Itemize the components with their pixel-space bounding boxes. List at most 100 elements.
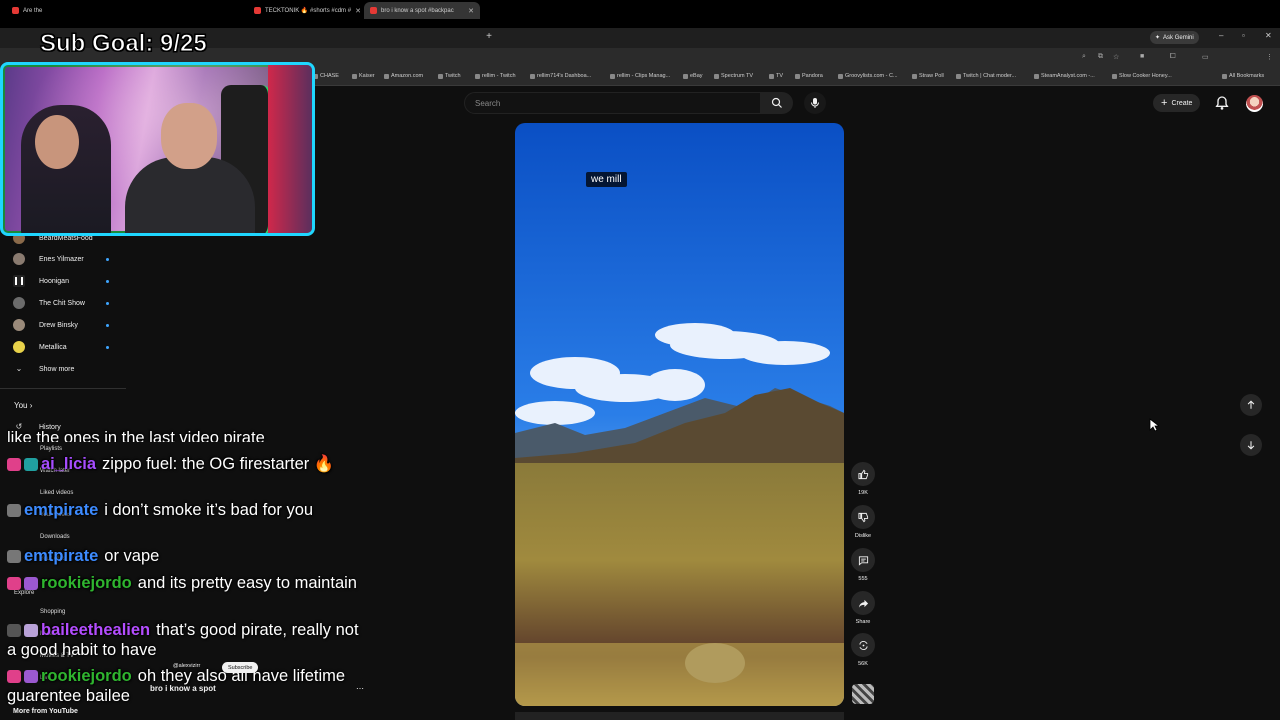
like-action[interactable]: 19K (851, 462, 875, 496)
minimize-icon[interactable]: – (1219, 31, 1223, 40)
youtube-favicon-icon (12, 7, 19, 14)
warning-badge-icon (7, 624, 21, 637)
sidebar-item-hoonigan[interactable]: Hoonigan (0, 270, 126, 292)
account-avatar[interactable] (1246, 95, 1263, 112)
moderator-badge-icon (7, 504, 21, 517)
short-video-player[interactable] (515, 123, 844, 706)
extension-icon[interactable]: ■ (1140, 53, 1144, 60)
dislike-button[interactable] (851, 505, 875, 529)
sidebar-item-metallica[interactable]: Metallica (0, 336, 126, 358)
channel-avatar (13, 319, 25, 331)
sidebar-item-drew-binsky[interactable]: Drew Binsky (0, 314, 126, 336)
close-window-icon[interactable]: ✕ (1265, 31, 1272, 40)
comment-icon (858, 555, 868, 566)
next-short-button[interactable] (1240, 434, 1262, 456)
sparkle-icon: ✦ (1155, 35, 1161, 41)
notifications-bell-icon[interactable] (1214, 95, 1230, 111)
you-section-heading[interactable]: You › (14, 401, 32, 410)
ask-gemini-button[interactable]: ✦ Ask Gemini (1150, 31, 1199, 44)
share-action[interactable]: Share (851, 591, 875, 625)
share-button[interactable] (851, 591, 875, 615)
share-arrow-icon (858, 599, 868, 608)
bookmark[interactable]: CHASE (313, 73, 339, 79)
all-bookmarks[interactable]: All Bookmarks (1222, 73, 1264, 79)
comments-action[interactable]: 555 (851, 548, 875, 582)
thumbs-up-icon (857, 469, 868, 479)
comments-button[interactable] (851, 548, 875, 572)
sidebar-item-shopping[interactable]: Shopping (40, 609, 65, 615)
webcam-overlay (0, 62, 315, 236)
bookmark[interactable]: eBay (683, 73, 703, 79)
audio-thumbnail[interactable] (852, 684, 874, 704)
show-more-button[interactable]: ⌄ Show more (0, 358, 126, 380)
chat-message: emtpirate i don’t smoke it’s bad for you (7, 500, 367, 520)
sidepanel-icon[interactable]: ▭ (1202, 53, 1209, 61)
arrow-up-icon (1247, 400, 1255, 409)
microphone-icon (811, 98, 819, 108)
install-icon[interactable]: ⧉ (1098, 53, 1103, 61)
short-channel-handle[interactable]: @alexvizirr (173, 663, 200, 669)
bookmark[interactable]: Spectrum TV (714, 73, 753, 79)
bot-badge-icon (24, 458, 38, 471)
dislike-label: Dislike (854, 533, 872, 539)
bookmark[interactable]: rellim - Clips Manag... (610, 73, 670, 79)
bookmark[interactable]: TV (769, 73, 783, 79)
dislike-action[interactable]: Dislike (851, 505, 875, 539)
bookmark[interactable]: Groovylists.com - C... (838, 73, 898, 79)
subscriber-badge-icon (24, 670, 38, 683)
create-button[interactable]: + Create (1153, 94, 1201, 112)
remix-action[interactable]: 56K (851, 633, 875, 667)
chevron-right-icon: › (29, 401, 33, 410)
bookmark[interactable]: rellim714's Dashboa... (530, 73, 591, 79)
sidebar-item-enes-yilmazer[interactable]: Enes Yilmazer (0, 248, 126, 270)
comment-count: 555 (858, 576, 868, 582)
tab-2[interactable]: TECKTONIK 🔥 #shorts #cdm # ✕ (248, 2, 360, 19)
sidebar-item-liked-videos[interactable]: Liked videos (40, 490, 73, 496)
bookmark[interactable]: Slow Cooker Honey... (1112, 73, 1172, 79)
bookmark[interactable]: Twitch (438, 73, 461, 79)
grass-foreground (515, 643, 844, 706)
voice-search-button[interactable] (804, 92, 826, 114)
new-tab-button[interactable]: + (484, 31, 494, 43)
zoom-icon[interactable]: ⌕ (1082, 53, 1086, 61)
heart-badge-icon (7, 577, 21, 590)
chat-line-partial: like the ones in the last video pirate (7, 429, 265, 442)
arrow-down-icon (1247, 441, 1255, 450)
menu-kebab-icon[interactable]: ⋮ (1266, 53, 1273, 61)
bookmark[interactable]: Amazon.com (384, 73, 423, 79)
sidebar-divider (0, 388, 126, 389)
like-button[interactable] (851, 462, 875, 486)
bookmark[interactable]: Pandora (795, 73, 823, 79)
video-progress-track[interactable] (515, 712, 844, 720)
search-icon (771, 97, 782, 108)
bookmark[interactable]: rellim - Twitch (475, 73, 516, 79)
close-tab-icon[interactable]: ✕ (468, 7, 474, 15)
sidebar-item-the-chit-show[interactable]: The Chit Show (0, 292, 126, 314)
subscriber-badge-icon (24, 577, 38, 590)
sidebar-item-downloads[interactable]: Downloads (40, 534, 70, 540)
top-black-bar (0, 0, 1280, 28)
bookmark[interactable]: Straw Poll (912, 73, 944, 79)
new-content-dot (106, 345, 109, 349)
heart-badge-icon (7, 670, 21, 683)
short-title: bro i know a spot (150, 684, 216, 693)
remix-button[interactable] (851, 633, 875, 657)
bookmark[interactable]: Twitch | Chat moder... (956, 73, 1016, 79)
bookmark-star-icon[interactable]: ☆ (1113, 53, 1119, 61)
search-input[interactable]: Search (464, 92, 761, 114)
more-options-icon[interactable]: ⋯ (356, 684, 364, 693)
tab-1[interactable]: Are the (6, 2, 126, 19)
restore-icon[interactable]: ▫ (1242, 31, 1245, 40)
sidebar-item-playlists[interactable]: Playlists (40, 446, 62, 452)
previous-short-button[interactable] (1240, 394, 1262, 416)
subscribe-button[interactable]: Subscribe (222, 662, 259, 673)
plus-icon: + (1161, 97, 1168, 109)
tab-3-active[interactable]: bro i know a spot #backpac ✕ (364, 2, 480, 19)
extensions-puzzle-icon[interactable]: ⧠ (1170, 53, 1176, 61)
remix-count: 56K (858, 661, 868, 667)
bookmark[interactable]: Kaiser (352, 73, 375, 79)
bookmark[interactable]: SteamAnalyst.com -... (1034, 73, 1095, 79)
mouse-cursor-icon (1149, 418, 1159, 432)
search-button[interactable] (761, 92, 793, 114)
close-tab-icon[interactable]: ✕ (355, 7, 360, 15)
